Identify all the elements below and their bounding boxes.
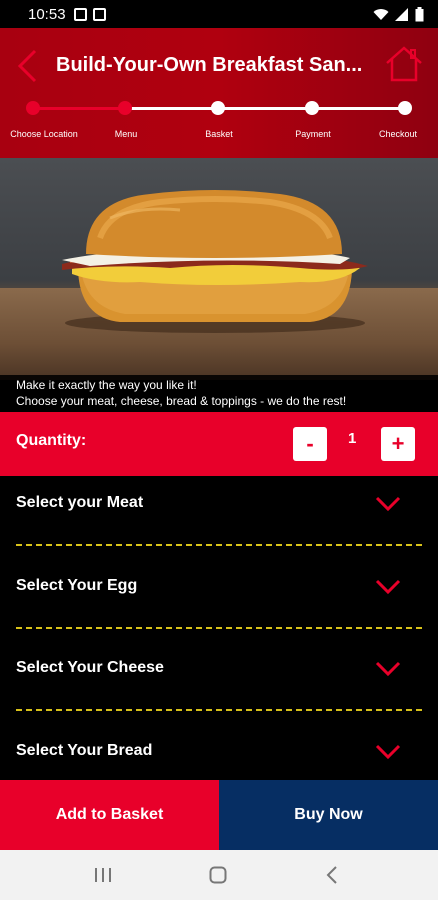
quantity-label: Quantity:	[16, 432, 87, 449]
wifi-icon	[373, 8, 389, 20]
step-label-menu: Menu	[114, 129, 138, 139]
quantity-selector: Quantity: - 1 +	[0, 412, 438, 476]
option-label: Select Your Cheese	[16, 659, 164, 676]
step-label-choose-location: Choose Location	[10, 129, 78, 139]
chevron-down-icon	[375, 579, 401, 595]
gallery-notification-icon	[73, 7, 87, 21]
description-line-1: Make it exactly the way you like it!	[16, 378, 197, 392]
breakfast-sandwich-illustration	[62, 190, 368, 333]
step-label-checkout: Checkout	[378, 129, 418, 139]
signal-icon	[395, 7, 408, 21]
back-button[interactable]	[12, 46, 42, 86]
notification-icons	[73, 7, 106, 21]
chevron-down-icon	[375, 496, 401, 512]
divider	[16, 627, 422, 629]
step-dot-choose-location	[26, 101, 40, 115]
nav-home-button[interactable]	[204, 862, 232, 888]
increment-button[interactable]: +	[381, 427, 415, 461]
product-image	[0, 158, 438, 380]
customization-options: Select your Meat Select Your Egg Select …	[0, 476, 438, 780]
step-label-payment: Payment	[295, 129, 331, 139]
decrement-button[interactable]: -	[293, 427, 327, 461]
product-description: Make it exactly the way you like it! Cho…	[0, 375, 438, 412]
add-to-basket-button[interactable]: Add to Basket	[0, 780, 219, 850]
buy-now-button[interactable]: Buy Now	[219, 780, 438, 850]
option-label: Select your Meat	[16, 494, 144, 511]
status-bar: 10:53	[0, 0, 438, 28]
description-line-2: Choose your meat, cheese, bread & toppin…	[16, 394, 347, 408]
step-dot-basket	[211, 101, 225, 115]
step-dot-checkout	[398, 101, 412, 115]
system-navigation-bar	[0, 850, 438, 900]
home-button[interactable]	[384, 44, 424, 84]
app-header: Build-Your-Own Breakfast San... Choose L…	[0, 28, 438, 158]
option-select-cheese[interactable]: Select Your Cheese	[0, 641, 438, 713]
recents-icon	[95, 868, 111, 882]
progress-track-complete	[33, 107, 125, 110]
option-select-meat[interactable]: Select your Meat	[0, 476, 438, 548]
nav-home-icon	[209, 866, 227, 884]
chevron-down-icon	[375, 661, 401, 677]
nav-back-icon	[326, 866, 337, 884]
chevron-left-icon	[17, 49, 37, 83]
nav-recents-button[interactable]	[89, 862, 117, 888]
battery-icon	[415, 6, 424, 21]
progress-track	[125, 107, 405, 110]
divider	[16, 709, 422, 711]
quantity-value: 1	[348, 430, 357, 447]
step-dot-menu	[118, 101, 132, 115]
page-title: Build-Your-Own Breakfast San...	[56, 54, 363, 76]
system-icons	[373, 6, 424, 22]
home-icon	[386, 46, 422, 82]
chevron-down-icon	[375, 744, 401, 760]
option-label: Select Your Egg	[16, 577, 138, 594]
divider	[16, 544, 422, 546]
status-time: 10:53	[28, 5, 66, 23]
option-label: Select Your Bread	[16, 742, 153, 759]
step-dot-payment	[305, 101, 319, 115]
option-select-egg[interactable]: Select Your Egg	[0, 559, 438, 631]
app-notification-icon	[92, 7, 106, 21]
step-label-basket: Basket	[205, 129, 233, 139]
nav-back-button[interactable]	[318, 862, 346, 888]
